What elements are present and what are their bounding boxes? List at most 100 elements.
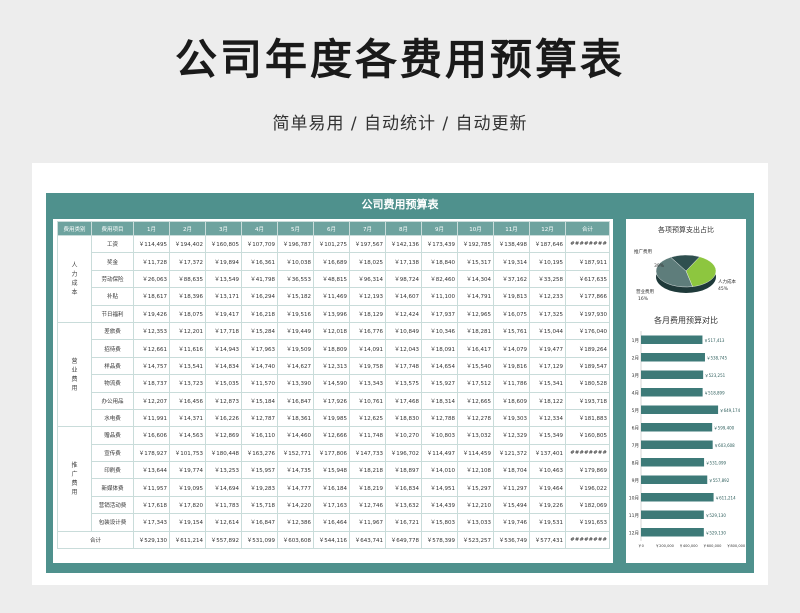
- value-cell: ￥196,787: [277, 234, 314, 254]
- item-cell: 印刷费: [91, 461, 134, 480]
- column-header: 2月: [169, 221, 206, 236]
- value-cell: ￥12,313: [313, 356, 350, 376]
- value-cell: ￥14,777: [277, 478, 314, 497]
- pie-percent-label: 39%: [654, 263, 665, 269]
- value-cell: ￥14,654: [421, 356, 458, 376]
- value-cell: ￥15,349: [529, 426, 566, 445]
- value-cell: ￥12,193: [349, 287, 386, 306]
- value-cell: ￥15,182: [277, 287, 314, 306]
- value-cell: ￥180,528: [565, 374, 610, 393]
- value-cell: ￥18,122: [529, 391, 566, 410]
- value-cell: ￥142,136: [385, 234, 422, 254]
- bar-category-label: 8月: [632, 461, 639, 467]
- pie-label: 营业费用: [636, 288, 654, 295]
- value-cell: ￥177,806: [313, 443, 350, 463]
- bar: [641, 475, 708, 484]
- item-cell: 节日福利: [91, 304, 134, 323]
- value-cell: ￥98,724: [385, 269, 422, 289]
- column-header: 4月: [241, 221, 278, 236]
- bar: [641, 423, 713, 432]
- bar-category-label: 5月: [632, 408, 639, 414]
- value-cell: ￥147,733: [349, 443, 386, 463]
- table-row: 奖金 ￥11,728 ￥17,372 ￥19,894 ￥16,361 ￥10,038 ￥16…: [58, 252, 610, 271]
- value-cell: ￥14,563: [169, 426, 206, 445]
- bar-category-label: 3月: [632, 373, 639, 379]
- value-cell: ￥19,531: [529, 513, 566, 532]
- table-row: 营业费用差旅费 ￥12,353 ￥12,201 ￥17,718 ￥15,284 ￥19,4…: [57, 321, 610, 428]
- value-cell: ￥194,402: [169, 234, 206, 254]
- value-cell: ￥13,171: [205, 287, 242, 306]
- value-cell: ￥12,201: [169, 321, 206, 341]
- value-cell: ￥13,343: [349, 374, 386, 393]
- value-cell: ￥10,270: [385, 426, 422, 445]
- value-cell: ￥15,957: [241, 461, 278, 480]
- value-cell: ￥10,038: [277, 252, 314, 271]
- column-header: 12月: [529, 221, 566, 236]
- value-cell: ￥12,424: [385, 304, 422, 323]
- total-label: 合计: [57, 530, 134, 550]
- value-cell: ￥13,632: [385, 495, 422, 515]
- value-cell: ￥11,616: [169, 339, 206, 358]
- value-cell: ￥17,618: [133, 495, 170, 515]
- value-cell: ￥19,449: [277, 321, 314, 341]
- bar-category-label: 6月: [632, 426, 639, 432]
- value-cell: ￥18,219: [349, 478, 386, 497]
- value-cell: ￥17,468: [385, 391, 422, 410]
- value-cell: ￥16,721: [385, 513, 422, 532]
- value-cell: ￥12,329: [493, 426, 530, 445]
- value-cell: ￥15,948: [313, 461, 350, 480]
- value-cell: ￥16,218: [241, 304, 278, 323]
- bar-chart-title: 各月费用预算对比: [654, 316, 718, 325]
- value-cell: ￥15,184: [241, 391, 278, 410]
- value-cell: ￥137,401: [529, 443, 566, 463]
- bar: [641, 388, 703, 397]
- value-cell: ￥160,805: [205, 234, 242, 254]
- value-cell: ￥14,304: [457, 269, 494, 289]
- value-cell: ￥15,044: [529, 321, 566, 341]
- bar-category-label: 7月: [632, 443, 639, 449]
- value-cell: ￥11,786: [493, 374, 530, 393]
- value-cell: ￥16,464: [313, 513, 350, 532]
- value-cell: ￥19,509: [277, 339, 314, 358]
- bar-value-label: ￥557,892: [709, 478, 730, 483]
- value-cell: ￥17,372: [169, 252, 206, 271]
- pie-percent-label: 16%: [638, 296, 649, 302]
- value-cell: ￥14,757: [133, 356, 170, 376]
- value-cell: ￥12,210: [457, 495, 494, 515]
- value-cell: ￥14,460: [277, 426, 314, 445]
- value-cell: ￥19,095: [169, 478, 206, 497]
- value-cell: ￥14,627: [277, 356, 314, 376]
- bar: [641, 440, 713, 449]
- value-cell: ￥17,937: [421, 304, 458, 323]
- value-cell: ￥10,803: [421, 426, 458, 445]
- category-cell: 推广费用: [57, 426, 92, 532]
- value-cell: ￥11,967: [349, 513, 386, 532]
- bar-value-label: ￥538,745: [706, 356, 727, 361]
- value-cell: ￥26,063: [133, 269, 170, 289]
- total-value-cell: ￥643,741: [349, 530, 386, 550]
- bar-category-label: 9月: [632, 478, 639, 484]
- value-cell: ￥12,018: [313, 321, 350, 341]
- pie-label: 推广费用: [634, 248, 652, 255]
- total-value-cell: ￥529,130: [133, 530, 170, 550]
- table-row: 节日福利 ￥19,426 ￥18,075 ￥19,417 ￥16,218 ￥19,516 ￥…: [58, 304, 610, 323]
- value-cell: ￥11,728: [133, 252, 170, 271]
- value-cell: ￥12,278: [457, 408, 494, 428]
- value-cell: ￥12,787: [241, 408, 278, 428]
- value-cell: ￥15,341: [529, 374, 566, 393]
- chart-panel: 各项预算支出占比 推广费用 39% 人力成本 45% 营业费用 16% 各月费用预算对比 …: [626, 219, 746, 563]
- value-cell: ￥14,694: [205, 478, 242, 497]
- value-cell: ￥16,834: [385, 478, 422, 497]
- value-cell: ￥96,314: [349, 269, 386, 289]
- bar: [641, 335, 703, 344]
- bar-value-label: ￥523,251: [705, 373, 726, 378]
- bar-value-label: ￥649,174: [720, 408, 741, 413]
- value-cell: ￥13,996: [313, 304, 350, 323]
- value-cell: ￥17,748: [385, 356, 422, 376]
- item-cell: 包装设计费: [91, 513, 134, 532]
- value-cell: ￥11,100: [421, 287, 458, 306]
- total-value-cell: ￥531,099: [241, 530, 278, 550]
- total-value-cell: ########: [565, 530, 610, 550]
- value-cell: ￥16,184: [313, 478, 350, 497]
- bar: [641, 510, 704, 519]
